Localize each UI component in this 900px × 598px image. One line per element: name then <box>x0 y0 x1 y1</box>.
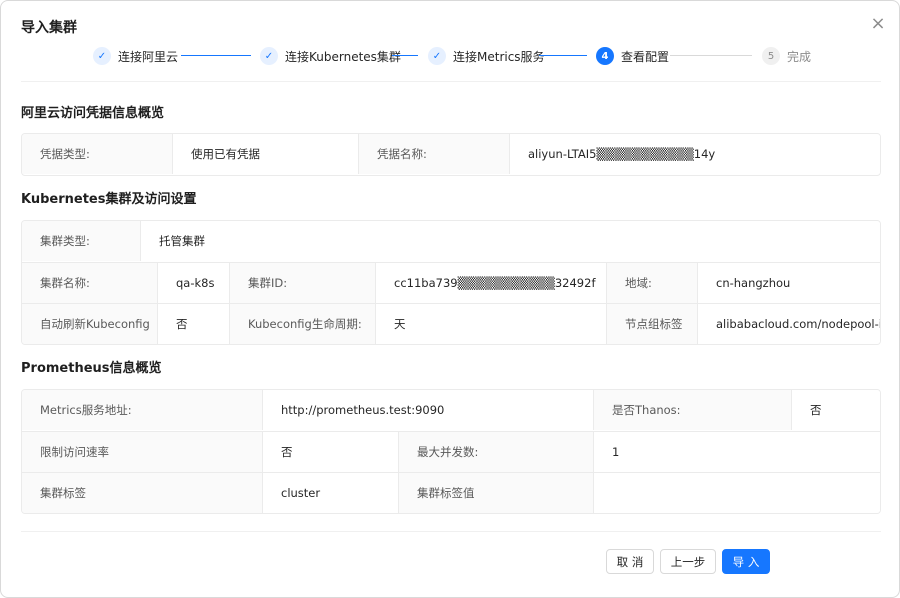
credential-type-value: 使用已有凭据 <box>172 134 358 174</box>
cluster-name-label: 集群名称: <box>22 263 157 303</box>
step-connector <box>181 55 251 56</box>
thanos-value: 否 <box>791 390 880 430</box>
check-icon: ✓ <box>93 47 111 65</box>
kubeconfig-lifecycle-label: Kubeconfig生命周期: <box>229 304 375 344</box>
metrics-url-label: Metrics服务地址: <box>22 390 262 430</box>
import-button[interactable]: 导 入 <box>722 549 770 574</box>
region-label: 地域: <box>606 263 697 303</box>
step-review-config: 4 查看配置 <box>596 45 669 67</box>
header-divider <box>21 81 881 82</box>
step-finish: 5 完成 <box>762 45 811 67</box>
cluster-label-value: cluster <box>262 473 398 513</box>
table-row: 集群标签 cluster 集群标签值 <box>22 472 880 513</box>
max-concurrency-label: 最大并发数: <box>398 432 593 472</box>
rate-limit-value: 否 <box>262 432 398 472</box>
cluster-name-value: qa-k8s <box>157 263 229 303</box>
step-label: 连接阿里云 <box>118 49 179 64</box>
cluster-type-label: 集群类型: <box>22 221 140 261</box>
cluster-type-value: 托管集群 <box>140 221 880 261</box>
step-connect-kubernetes: ✓ 连接Kubernetes集群 <box>260 45 401 67</box>
credentials-section-title: 阿里云访问凭据信息概览 <box>21 106 165 121</box>
step-label: 连接Kubernetes集群 <box>285 49 401 64</box>
thanos-label: 是否Thanos: <box>593 390 791 430</box>
nodepool-label-label: 节点组标签 <box>606 304 697 344</box>
credential-type-label: 凭据类型: <box>22 134 172 174</box>
kubernetes-section-title: Kubernetes集群及访问设置 <box>21 192 197 207</box>
cluster-id-value: cc11ba739▒▒▒▒▒▒▒▒▒▒▒32492f <box>375 263 606 303</box>
credential-name-value: aliyun-LTAI5▒▒▒▒▒▒▒▒▒▒▒14y <box>509 134 880 174</box>
kubeconfig-lifecycle-value: 天 <box>375 304 606 344</box>
step-label: 查看配置 <box>621 49 670 64</box>
step-number-icon: 4 <box>596 47 614 65</box>
cluster-label-value-value <box>593 473 880 513</box>
table-row: 凭据类型: 使用已有凭据 凭据名称: aliyun-LTAI5▒▒▒▒▒▒▒▒▒… <box>22 134 880 175</box>
metrics-url-value: http://prometheus.test:9090 <box>262 390 593 430</box>
import-cluster-dialog: 导入集群 × ✓ 连接阿里云 ✓ 连接Kubernetes集群 ✓ 连接Metr… <box>0 0 900 598</box>
cluster-label-label: 集群标签 <box>22 473 262 513</box>
kubernetes-table: 集群类型: 托管集群 集群名称: qa-k8s 集群ID: cc11ba739▒… <box>21 220 881 345</box>
step-connector <box>539 55 587 56</box>
wizard-steps: ✓ 连接阿里云 ✓ 连接Kubernetes集群 ✓ 连接Metrics服务 4… <box>1 43 899 69</box>
cluster-id-label: 集群ID: <box>229 263 375 303</box>
step-connector <box>392 55 418 56</box>
table-row: 限制访问速率 否 最大并发数: 1 <box>22 431 880 472</box>
rate-limit-label: 限制访问速率 <box>22 432 262 472</box>
table-row: 自动刷新Kubeconfig 否 Kubeconfig生命周期: 天 节点组标签… <box>22 303 880 344</box>
close-icon[interactable]: × <box>867 13 889 35</box>
step-connector <box>670 55 752 56</box>
table-row: 集群名称: qa-k8s 集群ID: cc11ba739▒▒▒▒▒▒▒▒▒▒▒3… <box>22 262 880 303</box>
check-icon: ✓ <box>428 47 446 65</box>
footer-divider <box>21 531 881 532</box>
cluster-label-value-label: 集群标签值 <box>398 473 593 513</box>
max-concurrency-value: 1 <box>593 432 880 472</box>
step-connect-aliyun: ✓ 连接阿里云 <box>93 45 178 67</box>
previous-step-button[interactable]: 上一步 <box>660 549 716 574</box>
step-connect-metrics: ✓ 连接Metrics服务 <box>428 45 545 67</box>
cancel-button[interactable]: 取 消 <box>606 549 654 574</box>
prometheus-section-title: Prometheus信息概览 <box>21 361 162 376</box>
step-number-icon: 5 <box>762 47 780 65</box>
nodepool-label-value: alibabacloud.com/nodepool-id <box>697 304 880 344</box>
step-label: 连接Metrics服务 <box>453 49 545 64</box>
table-row: Metrics服务地址: http://prometheus.test:9090… <box>22 390 880 431</box>
check-icon: ✓ <box>260 47 278 65</box>
credentials-table: 凭据类型: 使用已有凭据 凭据名称: aliyun-LTAI5▒▒▒▒▒▒▒▒▒… <box>21 133 881 176</box>
auto-refresh-label: 自动刷新Kubeconfig <box>22 304 157 344</box>
prometheus-table: Metrics服务地址: http://prometheus.test:9090… <box>21 389 881 514</box>
dialog-title: 导入集群 <box>21 20 77 36</box>
step-label: 完成 <box>787 49 812 64</box>
auto-refresh-value: 否 <box>157 304 229 344</box>
region-value: cn-hangzhou <box>697 263 880 303</box>
table-row: 集群类型: 托管集群 <box>22 221 880 262</box>
credential-name-label: 凭据名称: <box>358 134 509 174</box>
